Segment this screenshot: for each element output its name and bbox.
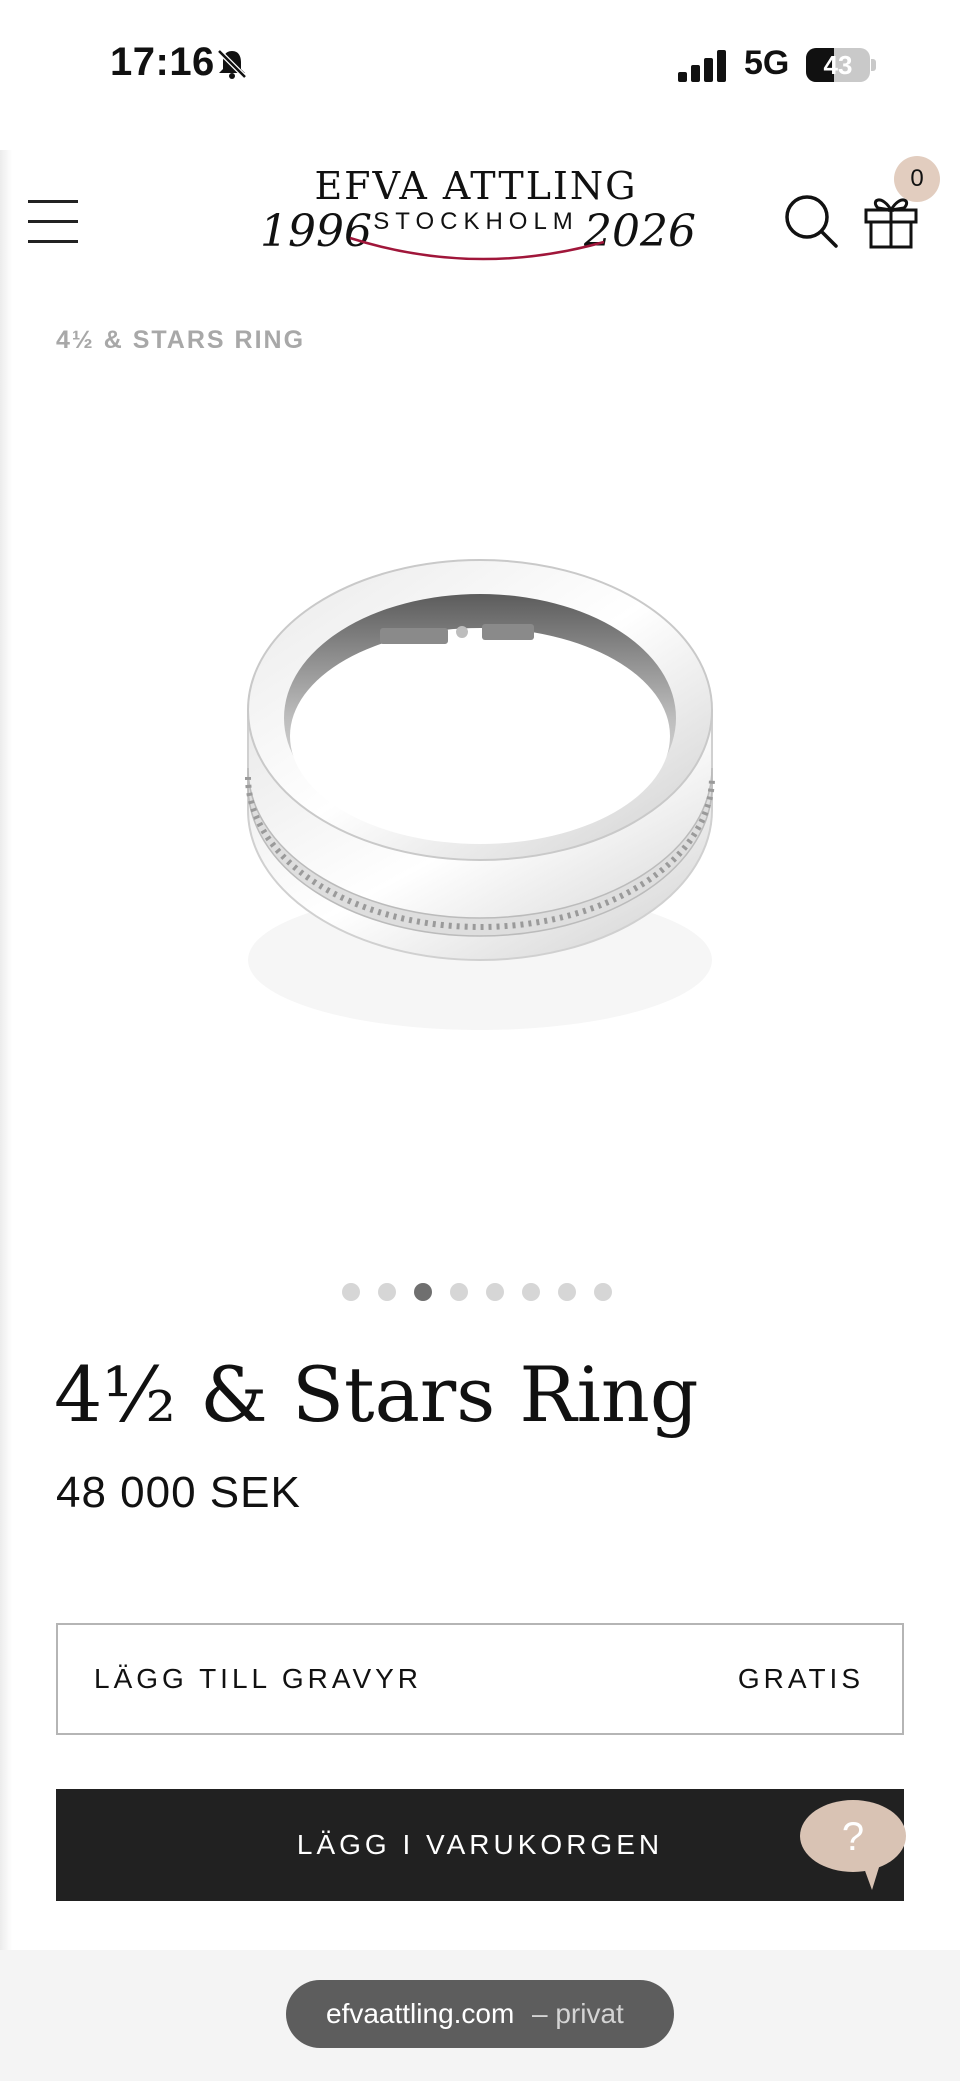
product-title: 4½ & Stars Ring	[54, 1350, 699, 1439]
gallery-dot[interactable]	[342, 1283, 360, 1301]
cart-count-badge[interactable]: 0	[894, 156, 940, 202]
add-engraving-button[interactable]: LÄGG TILL GRAVYR GRATIS	[56, 1623, 904, 1735]
gallery-dot[interactable]	[378, 1283, 396, 1301]
silent-bell-icon	[217, 49, 247, 79]
logo-brand-name: EFVA ATTLING	[314, 164, 638, 208]
address-bar[interactable]: efvaattling.com – privat	[286, 1980, 674, 2048]
battery-percent: 43	[823, 50, 853, 80]
gallery-dot[interactable]	[594, 1283, 612, 1301]
status-time: 17:16	[110, 40, 215, 84]
gallery-dot[interactable]	[450, 1283, 468, 1301]
breadcrumb[interactable]: 4½ & STARS RING	[56, 326, 305, 355]
product-image[interactable]	[230, 540, 730, 1060]
gallery-dot[interactable]	[486, 1283, 504, 1301]
status-bar: 17:16 5G 43	[0, 0, 960, 130]
help-chat-button[interactable]: ?	[798, 1798, 908, 1890]
engraving-label: LÄGG TILL GRAVYR	[94, 1663, 423, 1694]
brand-logo[interactable]: EFVA ATTLING 1996 STOCKHOLM 2026	[256, 158, 696, 278]
search-icon[interactable]	[782, 192, 840, 250]
logo-swoosh	[349, 236, 605, 261]
battery-icon: 43	[806, 48, 876, 82]
hamburger-menu-icon[interactable]	[28, 200, 80, 244]
signal-icon	[678, 50, 726, 82]
help-label: ?	[842, 1815, 864, 1859]
private-mode-label: – privat	[532, 1998, 624, 2029]
network-type: 5G	[744, 44, 790, 82]
gallery-dot[interactable]	[558, 1283, 576, 1301]
engraving-price: GRATIS	[737, 1663, 864, 1694]
add-to-cart-label: LÄGG I VARUKORGEN	[296, 1829, 664, 1860]
address-url: efvaattling.com	[326, 1998, 515, 2029]
page-edge-shadow	[0, 150, 12, 1950]
product-price: 48 000 SEK	[56, 1468, 301, 1517]
add-to-cart-button[interactable]: LÄGG I VARUKORGEN	[56, 1789, 904, 1901]
gallery-dot[interactable]	[414, 1283, 432, 1301]
gallery-dot[interactable]	[522, 1283, 540, 1301]
